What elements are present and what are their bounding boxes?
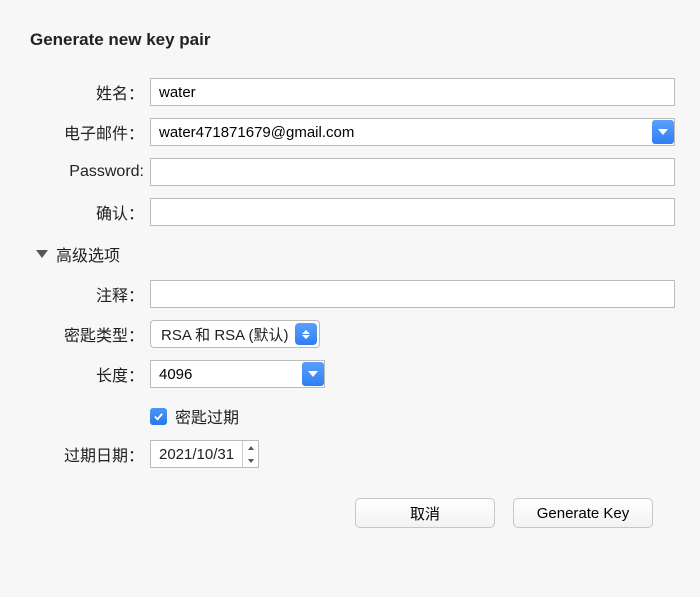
- generate-key-button[interactable]: Generate Key: [513, 498, 653, 528]
- key-type-select[interactable]: RSA 和 RSA (默认): [150, 320, 320, 348]
- checkmark-icon: [153, 411, 164, 422]
- comment-input[interactable]: [150, 280, 675, 308]
- date-step-up[interactable]: [243, 441, 258, 454]
- expiry-date-value: 2021/10/31: [151, 441, 242, 467]
- label-password: Password:: [30, 163, 150, 181]
- caret-up-icon: [248, 446, 254, 450]
- password-input[interactable]: [150, 158, 675, 186]
- length-dropdown-button[interactable]: [302, 362, 324, 386]
- label-name: 姓名：: [30, 80, 150, 104]
- label-key-type: 密匙类型：: [30, 322, 150, 346]
- chevron-down-icon: [308, 370, 318, 378]
- cancel-button[interactable]: 取消: [355, 498, 495, 528]
- label-confirm: 确认：: [30, 200, 150, 224]
- name-input[interactable]: [150, 78, 675, 106]
- key-expires-checkbox[interactable]: [150, 408, 167, 425]
- label-comment: 注释：: [30, 282, 150, 306]
- expiry-date-field[interactable]: 2021/10/31: [150, 440, 259, 468]
- date-stepper[interactable]: [242, 441, 258, 467]
- chevron-down-icon: [658, 128, 668, 136]
- label-length: 长度：: [30, 362, 150, 386]
- caret-down-icon: [248, 459, 254, 463]
- label-expiry-date: 过期日期：: [30, 442, 150, 466]
- date-step-down[interactable]: [243, 454, 258, 467]
- key-type-value: RSA 和 RSA (默认): [161, 324, 289, 345]
- advanced-toggle[interactable]: 高级选项: [30, 242, 675, 266]
- key-form: 姓名： 电子邮件： Password: 确认： 高级选项 注释： 密匙类型： R…: [30, 78, 670, 528]
- updown-stepper-icon: [295, 323, 317, 345]
- dialog-title: Generate new key pair: [30, 30, 670, 50]
- confirm-input[interactable]: [150, 198, 675, 226]
- label-email: 电子邮件：: [30, 120, 150, 144]
- key-expires-label: 密匙过期: [175, 404, 239, 428]
- length-input[interactable]: [150, 360, 325, 388]
- advanced-label: 高级选项: [56, 242, 120, 266]
- email-dropdown-button[interactable]: [652, 120, 674, 144]
- email-input[interactable]: [150, 118, 675, 146]
- disclosure-triangle-icon: [36, 250, 48, 258]
